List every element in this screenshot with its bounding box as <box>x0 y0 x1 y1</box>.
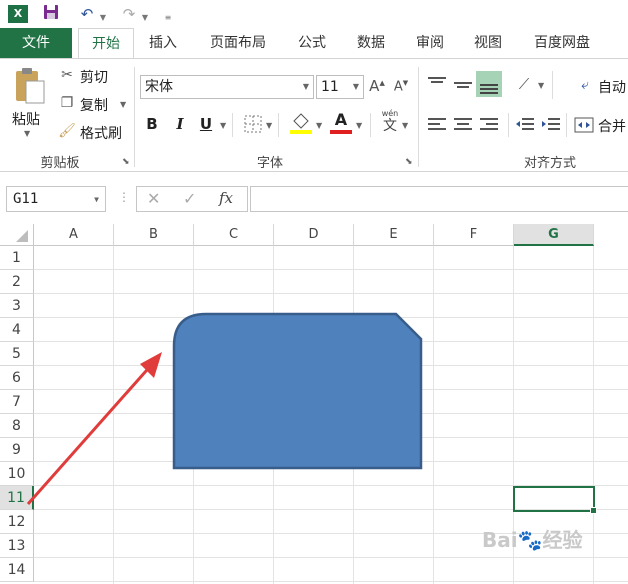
divider <box>508 113 509 137</box>
name-box-dropdown-icon[interactable]: ▼ <box>94 188 99 212</box>
fill-color-icon[interactable] <box>290 111 312 138</box>
font-color-icon[interactable]: A <box>330 111 352 134</box>
format-painter-button[interactable]: 格式刷 <box>80 123 122 143</box>
paste-dropdown-icon[interactable]: ▼ <box>24 129 30 138</box>
align-right-icon[interactable] <box>478 115 500 138</box>
font-name-dropdown-icon[interactable]: ▼ <box>303 76 309 98</box>
tab-baidu-netdisk[interactable]: 百度网盘 <box>524 28 600 58</box>
undo-dropdown-icon[interactable]: ▼ <box>98 8 108 28</box>
formula-input-value <box>251 192 257 206</box>
increase-indent-icon[interactable] <box>540 115 562 138</box>
insert-function-icon[interactable]: fx <box>219 189 233 207</box>
ribbon: 粘贴 ▼ ✂ 剪切 ❐ 复制 ▼ 🖌 格式刷 剪贴板 ⬊ 宋体 ▼ 11 ▼ A… <box>0 58 628 172</box>
group-separator <box>134 67 135 167</box>
copy-icon[interactable]: ❐ <box>58 95 76 111</box>
alignment-group-label: 对齐方式 <box>523 156 576 171</box>
align-center-icon[interactable] <box>452 115 474 138</box>
align-top-icon[interactable] <box>426 75 448 98</box>
decrease-font-size-icon[interactable]: A▼ <box>392 79 410 94</box>
formula-bar-grip-icon: ⋮ <box>118 190 130 204</box>
tab-formulas[interactable]: 公式 <box>290 28 334 58</box>
excel-logo-icon: X <box>8 5 28 23</box>
undo-icon[interactable]: ↶ <box>76 4 98 24</box>
clipboard-launcher-icon[interactable]: ⬊ <box>122 157 130 167</box>
divider <box>566 113 567 137</box>
font-size-select[interactable]: 11 ▼ <box>316 75 364 99</box>
underline-button[interactable]: U <box>198 115 214 133</box>
font-name-select[interactable]: 宋体 ▼ <box>140 75 314 99</box>
paste-button[interactable]: 粘贴 <box>12 109 40 129</box>
cut-button[interactable]: 剪切 <box>80 67 108 87</box>
active-cell-g11[interactable] <box>513 486 595 512</box>
divider <box>370 113 371 137</box>
formula-bar: G11 ▼ ⋮ ✕ ✓ fx <box>0 172 628 224</box>
tab-page-layout[interactable]: 页面布局 <box>200 28 276 58</box>
phonetic-top: wén <box>381 109 399 118</box>
format-painter-icon[interactable]: 🖌 <box>58 123 76 139</box>
tab-view[interactable]: 视图 <box>466 28 510 58</box>
align-bottom-icon[interactable] <box>476 71 502 97</box>
italic-button[interactable]: I <box>172 115 188 133</box>
phonetic-dropdown-icon[interactable]: ▼ <box>402 121 408 130</box>
ribbon-tabs: 文件 开始 插入 页面布局 公式 数据 审阅 视图 百度网盘 <box>0 28 628 60</box>
merge-center-icon[interactable] <box>574 115 594 138</box>
phonetic-guide-icon[interactable]: wén 文 <box>378 109 402 134</box>
wrap-text-icon[interactable]: ⤶ <box>576 77 594 93</box>
copy-dropdown-icon[interactable]: ▼ <box>120 100 126 109</box>
confirm-entry-icon[interactable]: ✓ <box>183 189 196 208</box>
phonetic-char: 文 <box>383 118 397 134</box>
font-color-letter: A <box>334 110 348 129</box>
customize-toolbar-icon[interactable]: ≡ <box>162 8 174 28</box>
divider <box>278 113 279 137</box>
copy-button[interactable]: 复制 <box>80 95 108 115</box>
fill-color-dropdown-icon[interactable]: ▼ <box>316 121 322 130</box>
font-color-swatch <box>330 130 352 134</box>
redo-icon[interactable]: ↷ <box>118 4 140 24</box>
tab-file[interactable]: 文件 <box>0 28 72 58</box>
baidu-watermark-logo: Bai🐾经验 <box>482 528 583 552</box>
arrow-annotation <box>26 361 156 505</box>
tab-insert[interactable]: 插入 <box>140 28 186 58</box>
name-box-value: G11 <box>13 191 39 207</box>
redo-dropdown-icon[interactable]: ▼ <box>140 8 150 28</box>
underline-dropdown-icon[interactable]: ▼ <box>220 121 226 130</box>
font-name-value: 宋体 <box>145 79 173 95</box>
name-box[interactable]: G11 ▼ <box>6 186 106 212</box>
font-group-label: 字体 <box>256 156 283 171</box>
font-size-dropdown-icon[interactable]: ▼ <box>353 76 359 98</box>
cut-icon[interactable]: ✂ <box>58 67 76 83</box>
bold-button[interactable]: B <box>144 115 160 133</box>
font-size-value: 11 <box>321 79 339 95</box>
clipboard-group-label: 剪贴板 <box>40 156 80 171</box>
font-color-dropdown-icon[interactable]: ▼ <box>356 121 362 130</box>
tab-review[interactable]: 审阅 <box>408 28 452 58</box>
save-icon[interactable] <box>40 4 62 24</box>
borders-dropdown-icon[interactable]: ▼ <box>266 121 272 130</box>
group-separator <box>418 67 419 167</box>
tab-home[interactable]: 开始 <box>78 28 134 60</box>
increase-font-size-icon[interactable]: A▲ <box>368 77 386 95</box>
rounded-snipped-rectangle-shape[interactable] <box>172 312 423 470</box>
divider <box>552 71 553 99</box>
divider <box>232 113 233 137</box>
borders-icon[interactable] <box>244 115 262 136</box>
wrap-text-button[interactable]: 自动 <box>598 77 626 97</box>
font-launcher-icon[interactable]: ⬊ <box>405 157 413 167</box>
decrease-indent-icon[interactable] <box>514 115 536 138</box>
orientation-dropdown-icon[interactable]: ▼ <box>538 81 544 90</box>
paste-icon[interactable] <box>10 67 50 107</box>
tab-data[interactable]: 数据 <box>348 28 394 58</box>
formula-input[interactable] <box>250 186 628 212</box>
formula-buttons: ✕ ✓ fx <box>136 186 248 212</box>
merge-center-button[interactable]: 合并 <box>598 116 626 136</box>
worksheet-grid[interactable]: ABCDEFG 1 2 3 4 5 6 7 8 9 10 11 12 13 14 Bai🐾经验 <box>0 224 628 584</box>
align-middle-icon[interactable] <box>452 75 474 98</box>
orientation-icon[interactable]: ⟋ <box>514 75 534 93</box>
cancel-entry-icon[interactable]: ✕ <box>147 189 160 208</box>
quick-access-toolbar: X ↶ ▼ ↷ ▼ ≡ <box>0 0 628 28</box>
fill-handle[interactable] <box>590 507 597 514</box>
align-left-icon[interactable] <box>426 115 448 138</box>
